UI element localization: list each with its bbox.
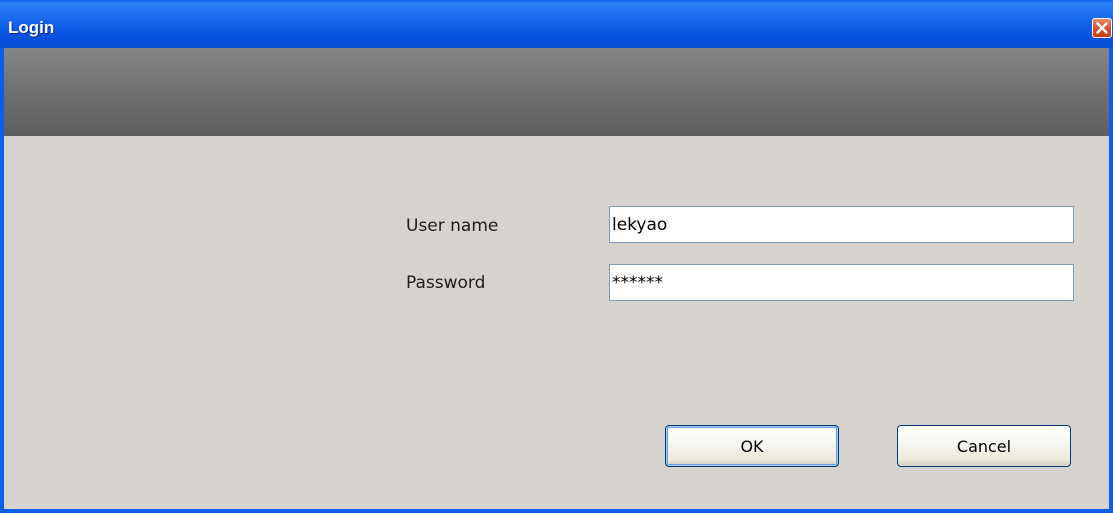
window-title: Login [8,18,55,37]
username-input[interactable] [609,206,1074,243]
username-label: User name [406,216,499,236]
login-dialog: Login User name Password OK Cancel [0,0,1113,513]
close-button[interactable] [1092,18,1112,38]
ok-button[interactable]: OK [665,425,839,467]
password-input[interactable] [609,264,1074,301]
close-icon [1096,22,1108,34]
cancel-button[interactable]: Cancel [897,425,1071,467]
title-bar[interactable]: Login [0,0,1113,48]
password-label: Password [406,273,486,293]
header-banner [4,48,1109,136]
